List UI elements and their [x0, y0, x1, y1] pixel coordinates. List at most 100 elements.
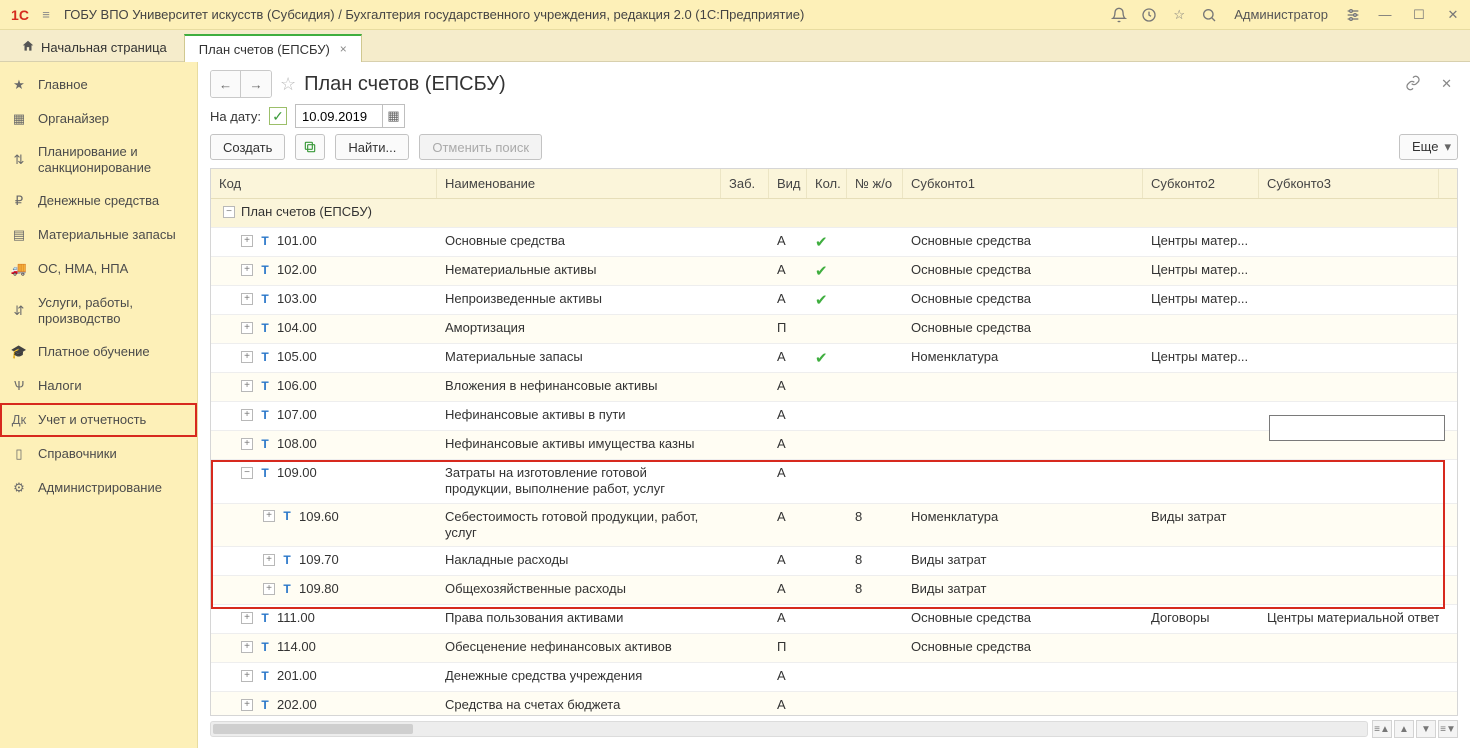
- table-row[interactable]: Т106.00Вложения в нефинансовые активыА: [211, 373, 1457, 402]
- sidebar-item-services[interactable]: ⇵Услуги, работы, производство: [0, 287, 197, 336]
- table-row[interactable]: Т114.00Обесценение нефинансовых активовП…: [211, 634, 1457, 663]
- table-row[interactable]: Т109.80Общехозяйственные расходыА8Виды з…: [211, 576, 1457, 605]
- table-row[interactable]: Т201.00Денежные средства учрежденияА: [211, 663, 1457, 692]
- col-s2[interactable]: Субконто2: [1143, 169, 1259, 198]
- expand-icon[interactable]: [241, 699, 253, 711]
- account-name: Накладные расходы: [437, 552, 721, 568]
- prev-row-button[interactable]: ▲: [1394, 720, 1414, 738]
- more-button[interactable]: Еще▾: [1399, 134, 1458, 160]
- account-code: 105.00: [277, 349, 317, 364]
- collapse-icon[interactable]: [223, 206, 235, 218]
- expand-icon[interactable]: [263, 510, 275, 522]
- horizontal-scrollbar[interactable]: [210, 721, 1368, 737]
- accounts-table: Код Наименование Заб. Вид Кол. № ж/о Суб…: [210, 168, 1458, 716]
- settings-icon[interactable]: [1344, 6, 1362, 24]
- table-row[interactable]: Т108.00Нефинансовые активы имущества каз…: [211, 431, 1457, 460]
- expand-icon[interactable]: [241, 380, 253, 392]
- sidebar-item-main[interactable]: ★Главное: [0, 68, 197, 102]
- col-zab[interactable]: Заб.: [721, 169, 769, 198]
- cell-kol: ✔: [807, 262, 847, 280]
- sidebar-item-catalogs[interactable]: ▯Справочники: [0, 437, 197, 471]
- cell-kol: ✔: [807, 233, 847, 251]
- table-group-row[interactable]: План счетов (ЕПСБУ): [211, 199, 1457, 228]
- expand-icon[interactable]: [241, 438, 253, 450]
- col-name[interactable]: Наименование: [437, 169, 721, 198]
- sidebar-item-organizer[interactable]: ▦Органайзер: [0, 102, 197, 136]
- tab-chart-of-accounts[interactable]: План счетов (ЕПСБУ) ×: [184, 34, 362, 62]
- cell-vid: П: [769, 320, 807, 335]
- search-icon[interactable]: [1200, 6, 1218, 24]
- tab-label: Начальная страница: [41, 40, 167, 55]
- history-icon[interactable]: [1140, 6, 1158, 24]
- col-code[interactable]: Код: [211, 169, 437, 198]
- sidebar-item-accounting[interactable]: ДкУчет и отчетность: [0, 403, 197, 437]
- t-account-icon: Т: [259, 321, 271, 335]
- nav-back-button[interactable]: ←: [211, 71, 241, 97]
- next-row-button[interactable]: ▼: [1416, 720, 1436, 738]
- minimize-button[interactable]: —: [1374, 7, 1396, 22]
- table-row[interactable]: Т109.00Затраты на изготовление готовой п…: [211, 460, 1457, 504]
- expand-icon[interactable]: [241, 235, 253, 247]
- sidebar-item-education[interactable]: 🎓Платное обучение: [0, 335, 197, 369]
- col-vid[interactable]: Вид: [769, 169, 807, 198]
- expand-icon[interactable]: [241, 409, 253, 421]
- col-jo[interactable]: № ж/о: [847, 169, 903, 198]
- expand-icon[interactable]: [241, 641, 253, 653]
- close-page-icon[interactable]: ✕: [1435, 76, 1458, 92]
- expand-icon[interactable]: [241, 264, 253, 276]
- table-row[interactable]: Т105.00Материальные запасыА✔Номенклатура…: [211, 344, 1457, 373]
- favorite-icon[interactable]: ☆: [280, 74, 296, 95]
- cell-vid: А: [769, 233, 807, 248]
- cell-vid: А: [769, 610, 807, 625]
- cell-jo: 8: [847, 581, 903, 596]
- account-name: Нематериальные активы: [437, 262, 721, 278]
- last-row-button[interactable]: ≡▼: [1438, 720, 1458, 738]
- table-row[interactable]: Т101.00Основные средстваА✔Основные средс…: [211, 228, 1457, 257]
- expand-icon[interactable]: [241, 322, 253, 334]
- close-icon[interactable]: ×: [340, 42, 347, 56]
- expand-icon[interactable]: [241, 670, 253, 682]
- table-row[interactable]: Т202.00Средства на счетах бюджетаА: [211, 692, 1457, 715]
- date-input[interactable]: ▦: [295, 104, 405, 128]
- first-row-button[interactable]: ≡▲: [1372, 720, 1392, 738]
- table-body[interactable]: План счетов (ЕПСБУ) Т101.00Основные сред…: [211, 199, 1457, 715]
- maximize-button[interactable]: ☐: [1408, 7, 1430, 23]
- calendar-icon[interactable]: ▦: [382, 105, 404, 127]
- expand-icon[interactable]: [241, 612, 253, 624]
- nav-forward-button[interactable]: →: [241, 71, 271, 97]
- link-icon[interactable]: [1399, 75, 1427, 94]
- date-enabled-checkbox[interactable]: ✓: [269, 107, 287, 125]
- table-row[interactable]: Т111.00Права пользования активамиАОсновн…: [211, 605, 1457, 634]
- table-row[interactable]: Т103.00Непроизведенные активыА✔Основные …: [211, 286, 1457, 315]
- table-row[interactable]: Т104.00АмортизацияПОсновные средства: [211, 315, 1457, 344]
- date-field[interactable]: [296, 105, 382, 127]
- expand-icon[interactable]: [241, 293, 253, 305]
- table-row[interactable]: Т107.00Нефинансовые активы в путиА: [211, 402, 1457, 431]
- col-kol[interactable]: Кол.: [807, 169, 847, 198]
- sidebar-item-admin[interactable]: ⚙Администрирование: [0, 471, 197, 505]
- bell-icon[interactable]: [1110, 6, 1128, 24]
- tab-home[interactable]: Начальная страница: [6, 33, 182, 61]
- close-button[interactable]: ✕: [1442, 7, 1464, 23]
- expand-icon[interactable]: [263, 554, 275, 566]
- table-row[interactable]: Т109.60Себестоимость готовой продукции, …: [211, 504, 1457, 548]
- find-button[interactable]: Найти...: [335, 134, 409, 160]
- table-row[interactable]: Т109.70Накладные расходыА8Виды затрат: [211, 547, 1457, 576]
- sidebar-item-money[interactable]: ₽Денежные средства: [0, 185, 197, 219]
- expand-icon[interactable]: [241, 467, 253, 479]
- main-menu-icon[interactable]: ≡: [34, 7, 58, 22]
- t-account-icon: Т: [281, 509, 293, 523]
- cell-vid: А: [769, 581, 807, 596]
- copy-button[interactable]: [295, 134, 325, 160]
- col-s3[interactable]: Субконто3: [1259, 169, 1439, 198]
- create-button[interactable]: Создать: [210, 134, 285, 160]
- sidebar-item-assets[interactable]: 🚚ОС, НМА, НПА: [0, 253, 197, 287]
- sidebar-item-taxes[interactable]: ѰНалоги: [0, 369, 197, 403]
- col-s1[interactable]: Субконто1: [903, 169, 1143, 198]
- expand-icon[interactable]: [241, 351, 253, 363]
- table-row[interactable]: Т102.00Нематериальные активыА✔Основные с…: [211, 257, 1457, 286]
- sidebar-item-inventory[interactable]: ▤Материальные запасы: [0, 219, 197, 253]
- expand-icon[interactable]: [263, 583, 275, 595]
- star-icon[interactable]: ☆: [1170, 6, 1188, 24]
- sidebar-item-planning[interactable]: ⇅Планирование и санкционирование: [0, 136, 197, 185]
